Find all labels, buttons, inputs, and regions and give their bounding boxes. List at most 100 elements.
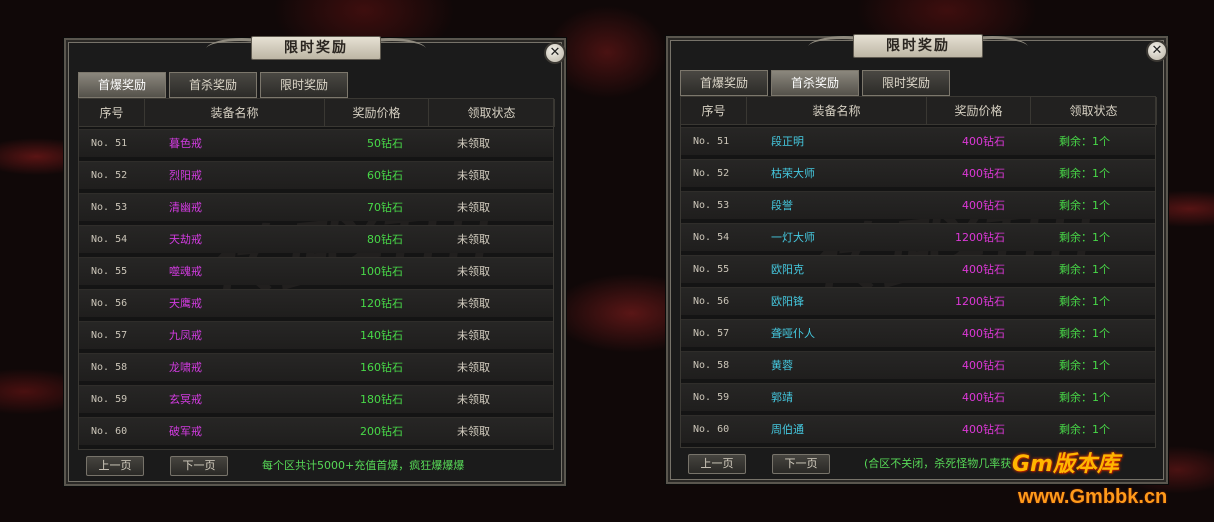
reward-price: 160钻石: [360, 361, 403, 374]
claim-status: 未领取: [457, 233, 490, 246]
reward-table: 传武红山 序号 装备名称 奖励价格 领取状态 No. 51段正明400钻石剩余：…: [680, 96, 1157, 448]
row-number: No. 54: [693, 232, 730, 243]
table-row: No. 54 天劫戒 80钻石 未领取: [79, 225, 553, 253]
table-row: No. 60 周伯通 400钻石 剩余：1个: [681, 415, 1155, 443]
tab-limited[interactable]: 限时奖励: [260, 72, 348, 98]
row-number: No. 60: [91, 426, 128, 437]
tab-first-drop[interactable]: 首爆奖励: [78, 72, 166, 98]
col-header-price: 奖励价格: [325, 99, 429, 127]
tab-first-kill[interactable]: 首杀奖励: [771, 70, 859, 96]
claim-status: 未领取: [457, 265, 490, 278]
table-header: 序号 装备名称 奖励价格 领取状态: [79, 99, 555, 127]
col-header-name: 装备名称: [747, 97, 927, 125]
item-name: 段誉: [771, 199, 793, 212]
prev-page-button[interactable]: 上一页: [688, 454, 746, 474]
claim-status: 剩余：1个: [1059, 359, 1110, 372]
table-row: No. 57 聋哑仆人 400钻石 剩余：1个: [681, 319, 1155, 347]
row-number: No. 54: [91, 234, 128, 245]
claim-status: 未领取: [457, 201, 490, 214]
item-name: 清幽戒: [169, 201, 202, 214]
table-row: No. 59 郭靖 400钻石 剩余：1个: [681, 383, 1155, 411]
col-header-no: 序号: [79, 99, 145, 127]
col-header-name: 装备名称: [145, 99, 325, 127]
table-row: No. 55 欧阳克 400钻石 剩余：1个: [681, 255, 1155, 283]
table-body: No. 51 暮色戒 50钻石 未领取 No. 52 烈阳戒 60钻石 未领取 No. 53 清幽…: [79, 129, 553, 449]
table-row: No. 54 一灯大师 1200钻石 剩余：1个: [681, 223, 1155, 251]
row-number: No. 56: [693, 296, 730, 307]
item-name: 九凤戒: [169, 329, 202, 342]
row-number: No. 55: [91, 266, 128, 277]
row-number: No. 52: [693, 168, 730, 179]
reward-price: 400钻石: [962, 327, 1005, 340]
next-page-button[interactable]: 下一页: [772, 454, 830, 474]
close-icon[interactable]: ✕: [1146, 40, 1168, 62]
row-number: No. 53: [693, 200, 730, 211]
claim-status: 未领取: [457, 169, 490, 182]
claim-status: 未领取: [457, 425, 490, 438]
window-title: 限时奖励: [251, 36, 381, 60]
table-row: No. 58 龙啸戒 160钻石 未领取: [79, 353, 553, 381]
item-name: 聋哑仆人: [771, 327, 815, 340]
table-row: No. 56 欧阳锋 1200钻石 剩余：1个: [681, 287, 1155, 315]
item-name: 天鹰戒: [169, 297, 202, 310]
item-name: 段正明: [771, 135, 804, 148]
title-bar: 限时奖励: [200, 36, 432, 62]
table-row: No. 57 九凤戒 140钻石 未领取: [79, 321, 553, 349]
row-number: No. 53: [91, 202, 128, 213]
brand-logo: Gm版本库: [1012, 452, 1119, 477]
claim-status: 剩余：1个: [1059, 167, 1110, 180]
row-number: No. 59: [693, 392, 730, 403]
row-number: No. 52: [91, 170, 128, 181]
reward-price: 60钻石: [367, 169, 403, 182]
prev-page-button[interactable]: 上一页: [86, 456, 144, 476]
claim-status: 未领取: [457, 393, 490, 406]
reward-price: 180钻石: [360, 393, 403, 406]
row-number: No. 57: [693, 328, 730, 339]
table-row: No. 52 烈阳戒 60钻石 未领取: [79, 161, 553, 189]
table-row: No. 56 天鹰戒 120钻石 未领取: [79, 289, 553, 317]
row-number: No. 56: [91, 298, 128, 309]
tab-limited[interactable]: 限时奖励: [862, 70, 950, 96]
row-number: No. 58: [91, 362, 128, 373]
claim-status: 未领取: [457, 137, 490, 150]
footer: 上一页 下一页 每个区共计5000+充值首爆，疯狂爆爆爆: [86, 456, 556, 478]
footer-note: 每个区共计5000+充值首爆，疯狂爆爆爆: [262, 459, 465, 472]
next-page-button[interactable]: 下一页: [170, 456, 228, 476]
reward-price: 140钻石: [360, 329, 403, 342]
tab-first-drop[interactable]: 首爆奖励: [680, 70, 768, 96]
title-bar: 限时奖励: [802, 34, 1034, 60]
claim-status: 未领取: [457, 297, 490, 310]
brand-url: www.Gmbbk.cn: [1018, 486, 1168, 508]
table-row: No. 52 枯荣大师 400钻石 剩余：1个: [681, 159, 1155, 187]
table-row: No. 51 段正明 400钻石 剩余：1个: [681, 127, 1155, 155]
claim-status: 未领取: [457, 329, 490, 342]
item-name: 周伯通: [771, 423, 804, 436]
claim-status: 剩余：1个: [1059, 327, 1110, 340]
reward-price: 400钻石: [962, 423, 1005, 436]
table-row: No. 51 暮色戒 50钻石 未领取: [79, 129, 553, 157]
reward-price: 400钻石: [962, 135, 1005, 148]
reward-window-left: 限时奖励 ✕ 首爆奖励 首杀奖励 限时奖励 传武红山 序号 装备名称 奖励价格 …: [63, 36, 567, 487]
row-number: No. 59: [91, 394, 128, 405]
item-name: 烈阳戒: [169, 169, 202, 182]
col-header-no: 序号: [681, 97, 747, 125]
row-number: No. 51: [91, 138, 128, 149]
reward-price: 400钻石: [962, 359, 1005, 372]
col-header-status: 领取状态: [429, 99, 555, 127]
claim-status: 剩余：1个: [1059, 135, 1110, 148]
tab-first-kill[interactable]: 首杀奖励: [169, 72, 257, 98]
item-name: 枯荣大师: [771, 167, 815, 180]
item-name: 郭靖: [771, 391, 793, 404]
item-name: 欧阳克: [771, 263, 804, 276]
item-name: 黄蓉: [771, 359, 793, 372]
brand-watermark: Gm版本库 www.Gmbbk.cn: [1012, 446, 1212, 516]
table-row: No. 53 段誉 400钻石 剩余：1个: [681, 191, 1155, 219]
reward-window-right: 限时奖励 ✕ 首爆奖励 首杀奖励 限时奖励 传武红山 序号 装备名称 奖励价格 …: [665, 34, 1169, 485]
reward-price: 50钻石: [367, 137, 403, 150]
claim-status: 剩余：1个: [1059, 423, 1110, 436]
item-name: 玄冥戒: [169, 393, 202, 406]
reward-price: 200钻石: [360, 425, 403, 438]
close-icon[interactable]: ✕: [544, 42, 566, 64]
reward-price: 1200钻石: [955, 231, 1005, 244]
reward-price: 400钻石: [962, 263, 1005, 276]
